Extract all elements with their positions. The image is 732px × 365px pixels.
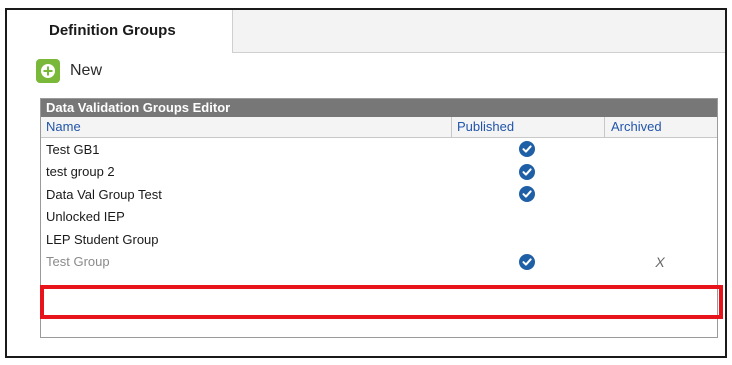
check-icon — [519, 253, 535, 270]
groups-list: Test GB1 test group 2 Data Val Group Test U… — [41, 138, 717, 273]
column-header-name[interactable]: Name — [41, 117, 452, 137]
tab-definition-groups[interactable]: Definition Groups — [7, 10, 233, 53]
column-header-row: Name Published Archived — [41, 117, 717, 138]
table-row[interactable]: Unlocked IEP — [41, 206, 717, 229]
check-icon — [519, 186, 535, 203]
published-cell — [451, 163, 603, 180]
published-cell — [451, 253, 603, 270]
published-cell — [451, 141, 603, 158]
group-name: Unlocked IEP — [46, 209, 125, 225]
editor-title: Data Validation Groups Editor — [41, 99, 717, 117]
table-row[interactable]: Test Group X — [41, 251, 717, 274]
group-name: LEP Student Group — [46, 231, 159, 247]
check-icon — [519, 163, 535, 180]
archived-x-icon: X — [655, 253, 665, 270]
archived-cell: X — [603, 254, 717, 270]
table-row[interactable]: test group 2 — [41, 161, 717, 184]
plus-circle-icon — [36, 59, 60, 83]
data-validation-groups-editor: Data Validation Groups Editor Name Publi… — [40, 98, 718, 338]
column-header-archived[interactable]: Archived — [605, 117, 717, 137]
published-cell — [451, 186, 603, 203]
group-name: Test Group — [46, 254, 110, 270]
new-button-label: New — [70, 62, 103, 79]
tab-bar: Definition Groups — [7, 10, 725, 53]
column-header-published[interactable]: Published — [452, 117, 605, 137]
table-row[interactable]: Test GB1 — [41, 138, 717, 161]
table-row[interactable]: Data Val Group Test — [41, 183, 717, 206]
check-icon — [519, 141, 535, 158]
group-name: test group 2 — [46, 164, 115, 180]
group-name: Data Val Group Test — [46, 186, 162, 202]
group-name: Test GB1 — [46, 141, 100, 157]
table-row[interactable]: LEP Student Group — [41, 228, 717, 251]
new-button[interactable]: New — [36, 58, 102, 84]
